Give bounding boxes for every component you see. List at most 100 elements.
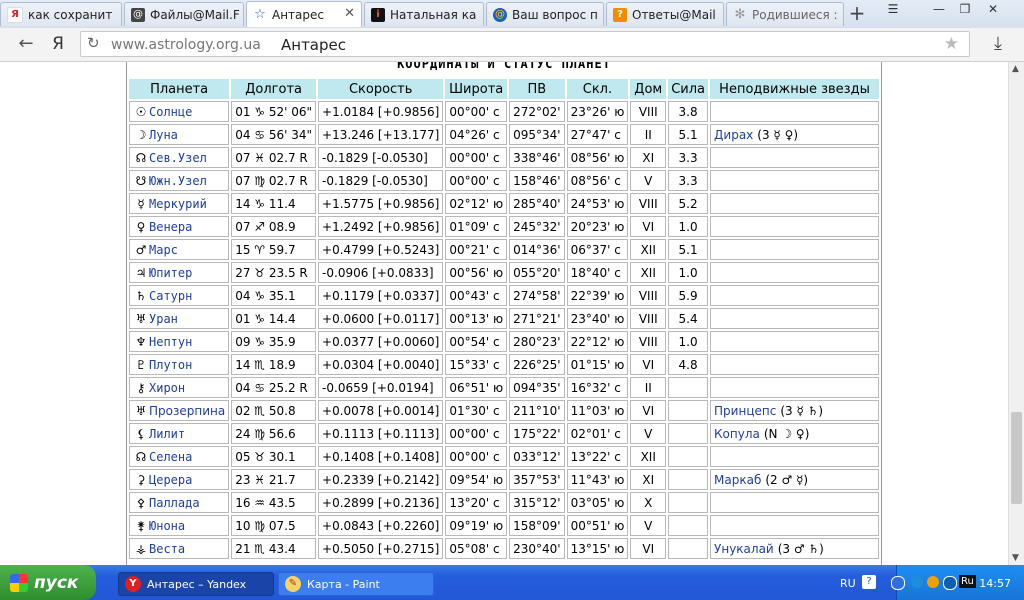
longitude-cell: 09 ♑ 35.9 — [231, 331, 317, 352]
url-bar[interactable]: ↻ www.astrology.org.ua Антарес ★ — [80, 31, 970, 57]
declination-cell: 23°40' ю — [566, 308, 629, 329]
tab-label: Натальная ка — [390, 7, 477, 22]
table-row: ♂ Марс 15 ♈ 59.7 +0.4799 [+0.5243] 00°21' с0… — [129, 239, 879, 260]
latitude-cell: 04°26' с — [445, 124, 508, 145]
tab-4[interactable]: i Натальная ка — [364, 2, 484, 26]
right-ascension-cell: 094°35' — [509, 377, 565, 398]
tab-6[interactable]: ? Ответы@Mail — [606, 2, 724, 26]
tab-7[interactable]: ✻ Родившиеся : — [726, 2, 844, 26]
vertical-scrollbar[interactable]: ▲ ▼ — [1008, 62, 1024, 565]
minimize-button[interactable]: — — [926, 0, 952, 18]
latitude-cell: 00°21' с — [445, 239, 508, 260]
fixed-star-aspect: (3 ☿ ♀) — [757, 127, 799, 142]
speed-cell: +0.0377 [+0.0060] — [318, 331, 444, 352]
house-cell: XII — [630, 446, 667, 467]
header-cell: Планета — [129, 79, 230, 99]
table-row: ☊ Селена 05 ♉ 30.1 +0.1408 [+0.1408] 00°00' … — [129, 446, 879, 467]
planet-name-link[interactable]: Меркурий — [149, 197, 207, 211]
planet-name-link[interactable]: Юпитер — [149, 266, 192, 280]
house-cell: VIII — [630, 101, 667, 122]
download-icon[interactable]: ⤓ — [986, 33, 1010, 55]
planet-name-link[interactable]: Паллада — [149, 496, 200, 510]
planet-name-link[interactable]: Плутон — [149, 358, 192, 372]
tab-active[interactable]: ☆ Антарес ✕ — [246, 1, 362, 27]
fixed-star-link[interactable]: Копула — [714, 427, 760, 441]
tab-2[interactable]: @ Файлы@Mail.F — [124, 2, 244, 26]
tray-language-icon[interactable]: Ru — [959, 575, 976, 588]
menu-icon[interactable]: ☰ — [880, 0, 906, 18]
planet-name-link[interactable]: Нептун — [149, 335, 192, 349]
fixed-stars-cell: Унукалай (3 ♂ ♄) — [710, 538, 879, 559]
latitude-cell: 00°00' с — [445, 446, 508, 467]
planet-name-link[interactable]: Селена — [149, 450, 192, 464]
table-row: ☊ Сев.Узел 07 ♓ 02.7 R -0.1829 [-0.0530] 00°… — [129, 147, 879, 168]
planet-name-link[interactable]: Венера — [149, 220, 192, 234]
planet-name-link[interactable]: Солнце — [149, 105, 192, 119]
planet-name-link[interactable]: Хирон — [149, 381, 185, 395]
speed-cell: +0.1179 [+0.0337] — [318, 285, 444, 306]
scroll-down-icon[interactable]: ▼ — [1012, 553, 1019, 563]
table-caption: КООРДИНАТЫ И СТАТУС ПЛАНЕТ — [397, 62, 611, 71]
speed-cell: +0.2899 [+0.2136] — [318, 492, 444, 513]
power-cell: 5.1 — [668, 124, 709, 145]
header-cell: ПВ — [509, 79, 565, 99]
planet-name-link[interactable]: Луна — [149, 128, 178, 142]
help-icon[interactable]: ? — [862, 575, 876, 589]
latitude-cell: 09°54' ю — [445, 469, 508, 490]
declination-cell: 20°23' ю — [566, 216, 629, 237]
taskbar-item-paint[interactable]: ✎ Карта - Paint — [278, 572, 434, 596]
planet-name-link[interactable]: Сев.Узел — [149, 151, 207, 165]
tab-5[interactable]: @ Ваш вопрос п — [486, 2, 604, 26]
fixed-star-link[interactable]: Унукалай — [714, 542, 774, 556]
power-cell: 4.8 — [668, 354, 709, 375]
latitude-cell: 00°13' ю — [445, 308, 508, 329]
windows-taskbar: пуск Y Антарес – Yandex ✎ Карта - Paint … — [0, 565, 1024, 600]
yandex-button[interactable]: Я — [46, 33, 70, 55]
tray-app-icon[interactable] — [911, 576, 923, 588]
scrollbar-thumb[interactable] — [1011, 412, 1022, 504]
tab-close-icon[interactable]: ✕ — [344, 6, 355, 21]
planet-name-link[interactable]: Уран — [149, 312, 178, 326]
fixed-stars-cell: Копула (N ☽ ♀) — [710, 423, 879, 444]
planet-name-link[interactable]: Сатурн — [149, 289, 192, 303]
power-cell — [668, 515, 709, 536]
fixed-star-link[interactable]: Дирах — [714, 128, 753, 142]
tray-network-icon[interactable] — [943, 576, 957, 590]
start-button[interactable]: пуск — [0, 565, 96, 600]
planet-glyph-icon: ♇ — [135, 357, 147, 372]
reload-icon[interactable]: ↻ — [87, 34, 100, 52]
fixed-stars-cell — [710, 147, 879, 168]
tray-arrow-icon[interactable] — [891, 576, 905, 590]
close-window-button[interactable]: ✕ — [980, 0, 1006, 18]
tab-1[interactable]: Я как сохранит — [0, 2, 122, 26]
latitude-cell: 00°56' ю — [445, 262, 508, 283]
planet-name-link[interactable]: Юнона — [149, 519, 185, 533]
fixed-star-link[interactable]: Принцепс — [714, 404, 776, 418]
planet-name-link[interactable]: Прозерпина — [149, 404, 225, 418]
planet-name-link[interactable]: Южн.Узел — [149, 174, 207, 188]
header-cell: Скл. — [566, 79, 629, 99]
fixed-stars-cell — [710, 262, 879, 283]
longitude-cell: 05 ♉ 30.1 — [231, 446, 317, 467]
table-row: ♅ Уран 01 ♑ 14.4 +0.0600 [+0.0117] 00°13' ю2… — [129, 308, 879, 329]
maximize-button[interactable]: ❐ — [952, 0, 978, 18]
question-icon: ? — [613, 7, 627, 22]
language-indicator[interactable]: RU — [840, 577, 856, 590]
planet-name-link[interactable]: Марс — [149, 243, 178, 257]
fixed-stars-cell: Дирах (3 ☿ ♀) — [710, 124, 879, 145]
taskbar-item-yandex[interactable]: Y Антарес – Yandex — [118, 572, 274, 596]
planet-name-link[interactable]: Лилит — [149, 427, 185, 441]
longitude-cell: 04 ♑ 35.1 — [231, 285, 317, 306]
bookmark-star-icon[interactable]: ★ — [944, 34, 959, 54]
table-row: ♇ Плутон 14 ♏ 18.9 +0.0304 [+0.0040] 15°33' … — [129, 354, 879, 375]
fixed-star-link[interactable]: Маркаб — [714, 473, 761, 487]
right-ascension-cell: 095°34' — [509, 124, 565, 145]
planet-name-link[interactable]: Церера — [149, 473, 192, 487]
tray-sound-icon[interactable] — [927, 576, 939, 588]
speed-cell: +0.5050 [+0.2715] — [318, 538, 444, 559]
declination-cell: 27°47' с — [566, 124, 629, 145]
scroll-up-icon[interactable]: ▲ — [1012, 64, 1019, 74]
back-button[interactable]: ← — [14, 33, 38, 55]
new-tab-button[interactable]: + — [846, 3, 868, 25]
planet-name-link[interactable]: Веста — [149, 542, 185, 556]
